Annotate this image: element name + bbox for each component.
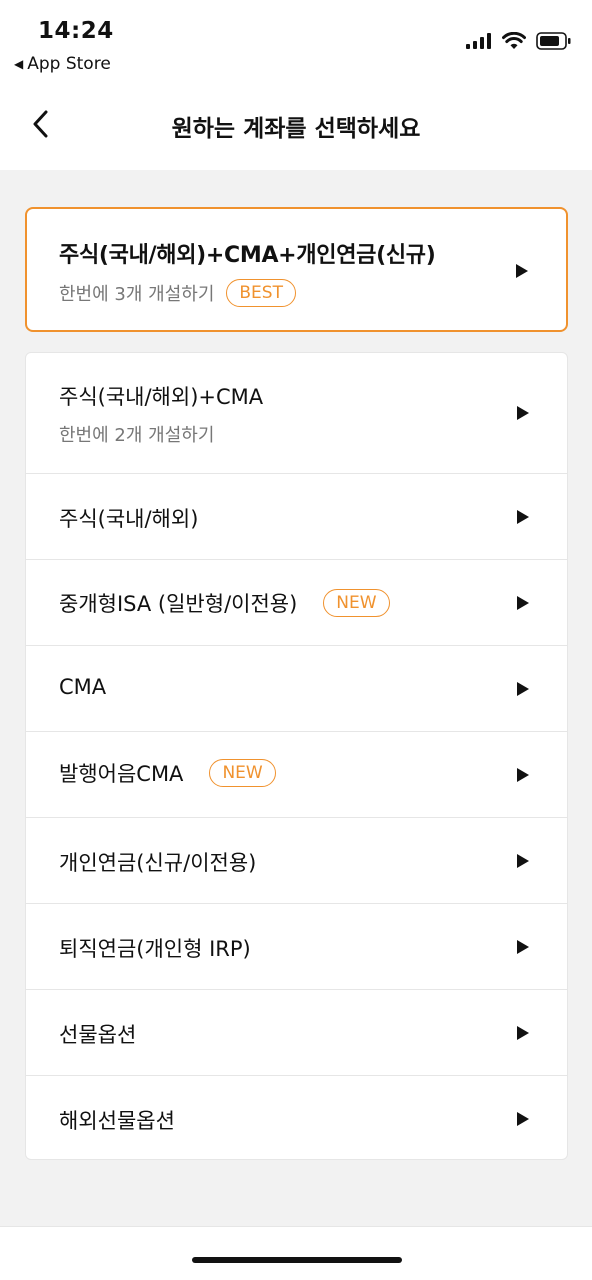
play-triangle-icon — [517, 1026, 529, 1040]
play-triangle-icon — [517, 682, 529, 696]
play-triangle-icon — [517, 510, 529, 524]
list-item-label: 퇴직연금(개인형 IRP) — [59, 937, 251, 961]
best-badge: BEST — [226, 279, 296, 307]
status-icons — [466, 32, 572, 50]
back-to-app-store[interactable]: ◀ App Store — [14, 54, 111, 74]
play-triangle-icon — [517, 596, 529, 610]
list-item-label: 선물옵션 — [59, 1023, 137, 1047]
list-item-subtitle: 한번에 2개 개설하기 — [59, 425, 215, 446]
play-triangle-icon — [517, 406, 529, 420]
navigation-bar: 원하는 계좌를 선택하세요 — [0, 90, 592, 160]
list-item[interactable]: 주식(국내/해외)+CMA 한번에 2개 개설하기 — [26, 353, 567, 474]
featured-account-option[interactable]: 주식(국내/해외)+CMA+개인연금(신규) 한번에 3개 개설하기 BEST — [25, 207, 568, 332]
list-item[interactable]: 선물옵션 — [26, 990, 567, 1076]
list-item-label: 주식(국내/해외) — [59, 507, 199, 531]
wifi-icon — [502, 32, 526, 49]
play-triangle-icon — [516, 264, 528, 278]
page-title: 원하는 계좌를 선택하세요 — [171, 116, 421, 142]
header-area: 14:24 ◀ App Store 원하는 계좌를 선택하세요 — [0, 0, 592, 170]
new-badge: NEW — [323, 589, 390, 617]
list-item[interactable]: 중개형ISA (일반형/이전용) NEW — [26, 560, 567, 646]
list-item-label: 주식(국내/해외)+CMA — [59, 385, 264, 409]
list-item-label: 중개형ISA (일반형/이전용) — [59, 592, 298, 616]
play-triangle-icon — [517, 940, 529, 954]
list-item-label: 해외선물옵션 — [59, 1109, 175, 1133]
list-item[interactable]: 개인연금(신규/이전용) — [26, 818, 567, 904]
status-time: 14:24 — [38, 18, 114, 44]
play-triangle-icon — [517, 1112, 529, 1126]
play-triangle-icon — [517, 768, 529, 782]
back-to-app-store-label: App Store — [27, 54, 111, 74]
list-item[interactable]: 해외선물옵션 — [26, 1076, 567, 1159]
featured-subtitle-row: 한번에 3개 개설하기 BEST — [59, 279, 296, 307]
list-item-label-row: 중개형ISA (일반형/이전용) NEW — [59, 588, 390, 618]
list-item[interactable]: 퇴직연금(개인형 IRP) — [26, 904, 567, 990]
featured-subtitle: 한번에 3개 개설하기 — [59, 284, 215, 305]
play-triangle-icon — [517, 854, 529, 868]
featured-title: 주식(국내/해외)+CMA+개인연금(신규) — [59, 243, 436, 268]
home-indicator[interactable] — [192, 1257, 402, 1263]
back-triangle-icon: ◀ — [14, 57, 24, 71]
list-item-label: 개인연금(신규/이전용) — [59, 851, 257, 875]
list-item-label: 발행어음CMA — [59, 762, 184, 786]
list-item[interactable]: CMA — [26, 646, 567, 732]
signal-icon — [466, 33, 491, 49]
battery-icon — [536, 32, 571, 50]
list-item[interactable]: 발행어음CMA NEW — [26, 732, 567, 818]
list-item-label-row: 발행어음CMA NEW — [59, 758, 276, 788]
account-option-list: 주식(국내/해외)+CMA 한번에 2개 개설하기 주식(국내/해외) 중개형I… — [25, 352, 568, 1160]
new-badge: NEW — [209, 759, 276, 787]
list-item[interactable]: 주식(국내/해외) — [26, 474, 567, 560]
status-bar: 14:24 ◀ App Store — [0, 0, 592, 80]
list-item-label: CMA — [59, 675, 107, 699]
bottom-bar — [0, 1226, 592, 1280]
